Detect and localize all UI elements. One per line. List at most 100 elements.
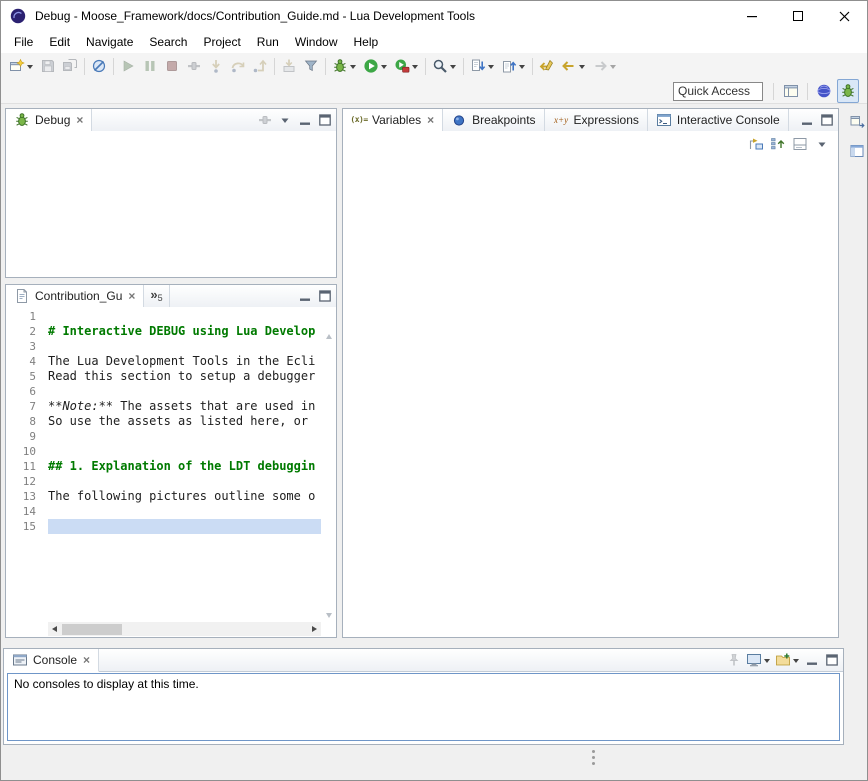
menu-file[interactable]: File — [6, 32, 41, 53]
menu-project[interactable]: Project — [195, 32, 248, 53]
dropdown-arrow-icon[interactable] — [381, 65, 387, 69]
restore-views-button[interactable] — [846, 109, 868, 133]
disconnect-button[interactable] — [255, 109, 275, 131]
maximize-view-button[interactable] — [315, 285, 335, 307]
collapse-all-button[interactable] — [767, 132, 789, 156]
dropdown-arrow-icon[interactable] — [793, 659, 799, 663]
code-line[interactable]: 1 — [6, 309, 321, 324]
hidden-tabs-chevron[interactable]: »5 — [144, 285, 169, 307]
use-step-filters-button[interactable] — [300, 54, 322, 78]
maximize-window-button[interactable] — [775, 1, 821, 31]
menu-edit[interactable]: Edit — [41, 32, 78, 53]
last-edit-location-button[interactable] — [536, 54, 558, 78]
new-wizard-button[interactable] — [6, 54, 37, 78]
line-number[interactable]: 5 — [6, 369, 36, 384]
line-number[interactable]: 3 — [6, 339, 36, 354]
line-number[interactable]: 7 — [6, 399, 36, 414]
dropdown-arrow-icon[interactable] — [764, 659, 770, 663]
debug-perspective-button[interactable] — [837, 79, 859, 103]
menu-run[interactable]: Run — [249, 32, 287, 53]
dropdown-arrow-icon[interactable] — [519, 65, 525, 69]
show-logical-structure-button[interactable] — [745, 132, 767, 156]
close-tab-icon[interactable]: × — [128, 290, 135, 302]
line-number[interactable]: 6 — [6, 384, 36, 399]
save-button[interactable] — [37, 54, 59, 78]
tab-expressions[interactable]: x+yExpressions — [545, 109, 648, 131]
tab-variables[interactable]: (x)=Variables× — [343, 109, 443, 132]
code-line[interactable]: 5Read this section to setup a debugger — [6, 369, 321, 384]
scroll-right-button[interactable] — [308, 622, 321, 636]
quick-access-input[interactable] — [673, 82, 763, 101]
save-all-button[interactable] — [59, 54, 81, 78]
scroll-down-arrow-icon[interactable] — [326, 613, 332, 618]
menu-navigate[interactable]: Navigate — [78, 32, 141, 53]
code-line[interactable]: 10 — [6, 444, 321, 459]
next-annotation-button[interactable] — [467, 54, 498, 78]
display-console-button[interactable] — [744, 649, 773, 671]
dropdown-arrow-icon[interactable] — [450, 65, 456, 69]
forward-button[interactable] — [589, 54, 620, 78]
drop-to-frame-button[interactable] — [278, 54, 300, 78]
resize-grip[interactable] — [592, 750, 595, 765]
menu-search[interactable]: Search — [141, 32, 195, 53]
dropdown-arrow-icon[interactable] — [610, 65, 616, 69]
disconnect-button[interactable] — [183, 54, 205, 78]
vertical-scrollbar[interactable] — [322, 332, 335, 620]
terminate-button[interactable] — [161, 54, 183, 78]
code-line[interactable]: 14 — [6, 504, 321, 519]
close-tab-icon[interactable]: × — [76, 114, 83, 126]
tab-console[interactable]: Console × — [4, 649, 99, 672]
skip-breakpoints-button[interactable] — [88, 54, 110, 78]
line-number[interactable]: 15 — [6, 519, 36, 534]
code-line[interactable]: 3 — [6, 339, 321, 354]
line-number[interactable]: 13 — [6, 489, 36, 504]
minimized-views-button[interactable] — [846, 139, 868, 163]
line-number[interactable]: 4 — [6, 354, 36, 369]
code-line[interactable]: 6 — [6, 384, 321, 399]
minimize-window-button[interactable] — [729, 1, 775, 31]
dropdown-arrow-icon[interactable] — [27, 65, 33, 69]
search-button[interactable] — [429, 54, 460, 78]
step-return-button[interactable] — [249, 54, 271, 78]
close-window-button[interactable] — [821, 1, 867, 31]
step-over-button[interactable] — [227, 54, 249, 78]
line-number[interactable]: 2 — [6, 324, 36, 339]
horizontal-scrollbar[interactable] — [48, 622, 321, 636]
tab-breakpoints[interactable]: Breakpoints — [443, 109, 544, 131]
suspend-button[interactable] — [139, 54, 161, 78]
maximize-view-button[interactable] — [315, 109, 335, 131]
maximize-view-button[interactable] — [817, 109, 837, 131]
scroll-up-arrow-icon[interactable] — [326, 334, 332, 339]
dropdown-arrow-icon[interactable] — [579, 65, 585, 69]
external-tools-button[interactable] — [391, 54, 422, 78]
line-number[interactable]: 9 — [6, 429, 36, 444]
line-number[interactable]: 8 — [6, 414, 36, 429]
code-area[interactable]: 12# Interactive DEBUG using Lua Develop3… — [6, 309, 321, 621]
dropdown-arrow-icon[interactable] — [488, 65, 494, 69]
code-line[interactable]: 13The following pictures outline some o — [6, 489, 321, 504]
scroll-left-button[interactable] — [48, 622, 61, 636]
open-console-button[interactable] — [773, 649, 802, 671]
code-line[interactable]: 8So use the assets as listed here, or — [6, 414, 321, 429]
maximize-view-button[interactable] — [822, 649, 842, 671]
line-number[interactable]: 10 — [6, 444, 36, 459]
code-line[interactable]: 7**Note:** The assets that are used in — [6, 399, 321, 414]
menu-help[interactable]: Help — [346, 32, 387, 53]
close-tab-icon[interactable]: × — [427, 114, 434, 126]
tab-contribution-guide[interactable]: Contribution_Gu × — [6, 285, 144, 308]
code-line[interactable]: 4The Lua Development Tools in the Ecli — [6, 354, 321, 369]
code-line[interactable]: 2# Interactive DEBUG using Lua Develop — [6, 324, 321, 339]
code-line[interactable]: 15 — [6, 519, 321, 534]
back-button[interactable] — [558, 54, 589, 78]
tab-interactive-console[interactable]: Interactive Console — [648, 109, 789, 131]
dropdown-arrow-icon[interactable] — [350, 65, 356, 69]
console-content[interactable]: No consoles to display at this time. — [7, 673, 840, 741]
ldt-perspective-button[interactable] — [813, 79, 835, 103]
minimize-view-button[interactable] — [295, 109, 315, 131]
tab-debug[interactable]: Debug × — [6, 109, 92, 132]
open-perspective-button[interactable] — [780, 79, 802, 103]
code-line[interactable]: 12 — [6, 474, 321, 489]
line-number[interactable]: 12 — [6, 474, 36, 489]
close-tab-icon[interactable]: × — [83, 654, 90, 666]
minimize-view-button[interactable] — [797, 109, 817, 131]
